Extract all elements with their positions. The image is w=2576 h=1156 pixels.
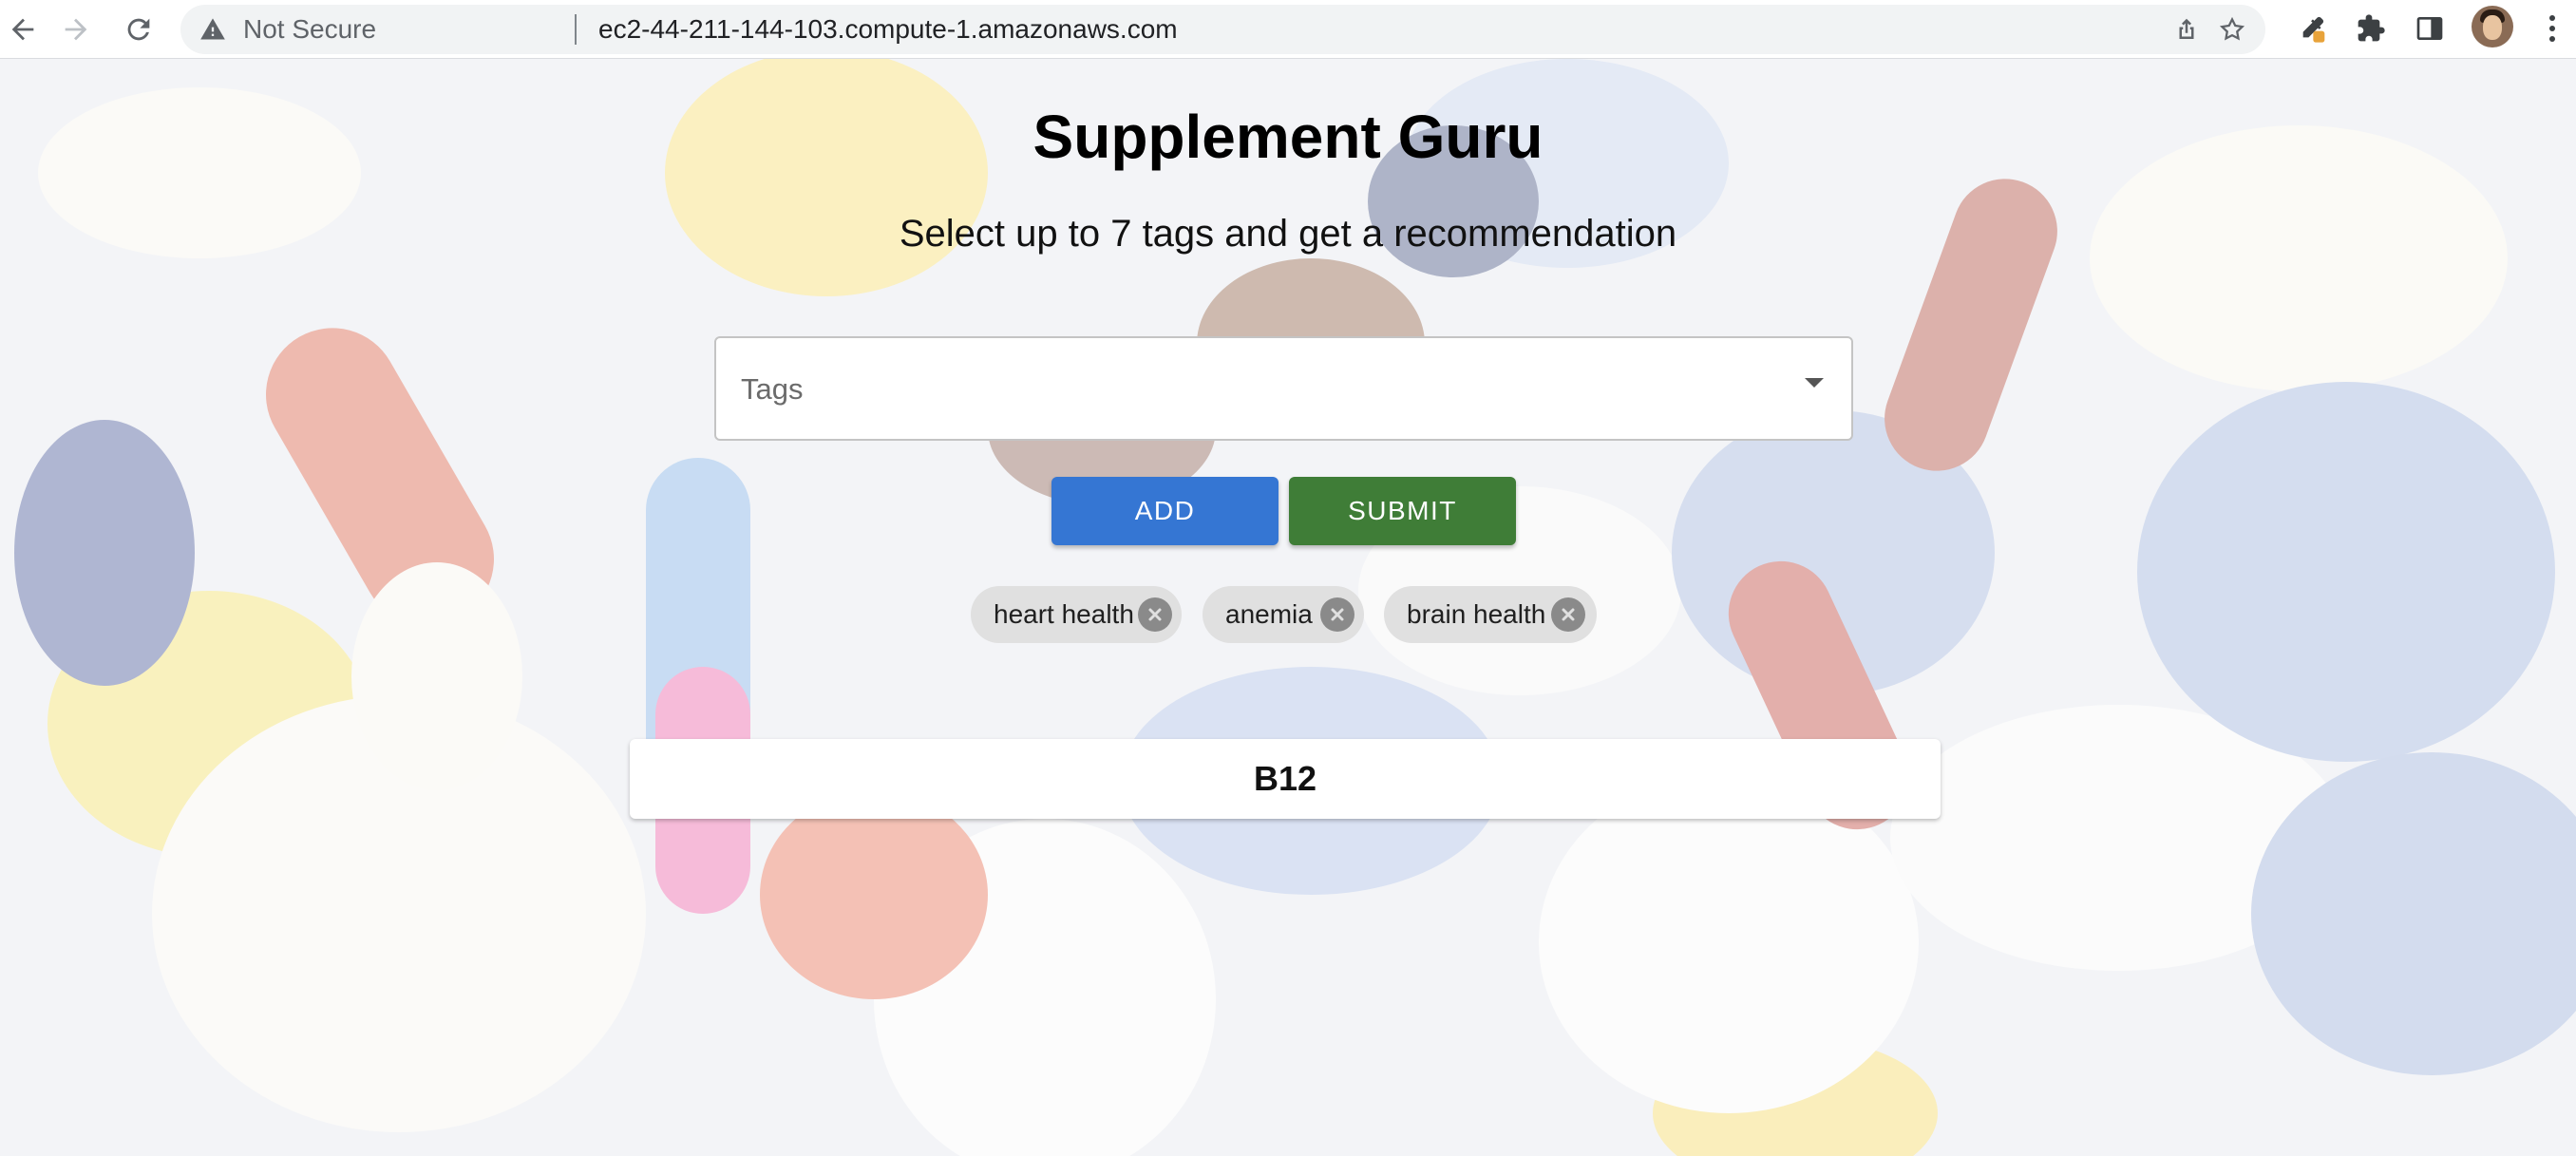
submit-button[interactable]: SUBMIT (1289, 477, 1516, 545)
browser-menu-icon[interactable] (2538, 9, 2567, 47)
page-subtitle: Select up to 7 tags and get a recommenda… (899, 213, 1677, 255)
extensions-puzzle-icon[interactable] (2350, 8, 2392, 49)
tag-chip-heart-health: heart health (971, 586, 1182, 643)
security-label[interactable]: Not Secure (243, 15, 376, 44)
menu-dot (2549, 15, 2555, 21)
chip-remove-icon[interactable] (1551, 597, 1585, 632)
main-content: Supplement Guru Select up to 7 tags and … (0, 59, 2576, 1156)
chip-label: anemia (1225, 599, 1313, 629)
tags-placeholder: Tags (741, 372, 804, 406)
chip-remove-icon[interactable] (1320, 597, 1354, 632)
menu-dot (2549, 36, 2555, 42)
tag-chip-brain-health: brain health (1384, 586, 1597, 643)
chip-label: brain health (1407, 599, 1546, 629)
chip-label: heart health (994, 599, 1134, 629)
reload-icon[interactable] (116, 7, 161, 52)
warning-icon[interactable] (199, 16, 226, 43)
browser-toolbar: Not Secure ec2-44-211-144-103.compute-1.… (0, 0, 2576, 59)
page-title: Supplement Guru (1032, 103, 1544, 171)
eyedropper-extension-icon[interactable] (2291, 8, 2333, 49)
chip-remove-icon[interactable] (1138, 597, 1172, 632)
menu-dot (2549, 26, 2555, 31)
forward-icon[interactable] (53, 7, 99, 52)
avatar-face (2483, 15, 2502, 40)
omnibox-divider (575, 14, 577, 45)
recommendation-card: B12 (630, 739, 1941, 819)
tag-chip-anemia: anemia (1203, 586, 1364, 643)
tags-select[interactable]: Tags (714, 336, 1853, 441)
address-bar[interactable]: Not Secure ec2-44-211-144-103.compute-1.… (180, 5, 2265, 54)
side-panel-icon[interactable] (2409, 8, 2451, 49)
page: Supplement Guru Select up to 7 tags and … (0, 59, 2576, 1156)
url-text[interactable]: ec2-44-211-144-103.compute-1.amazonaws.c… (598, 15, 1178, 44)
profile-avatar[interactable] (2472, 6, 2513, 47)
bookmark-star-icon[interactable] (2215, 12, 2249, 47)
dropdown-arrow-icon[interactable] (1805, 378, 1824, 388)
recommendation-text: B12 (1253, 759, 1317, 798)
add-button[interactable]: ADD (1051, 477, 1279, 545)
back-icon[interactable] (0, 7, 46, 52)
share-icon[interactable] (2169, 12, 2204, 47)
